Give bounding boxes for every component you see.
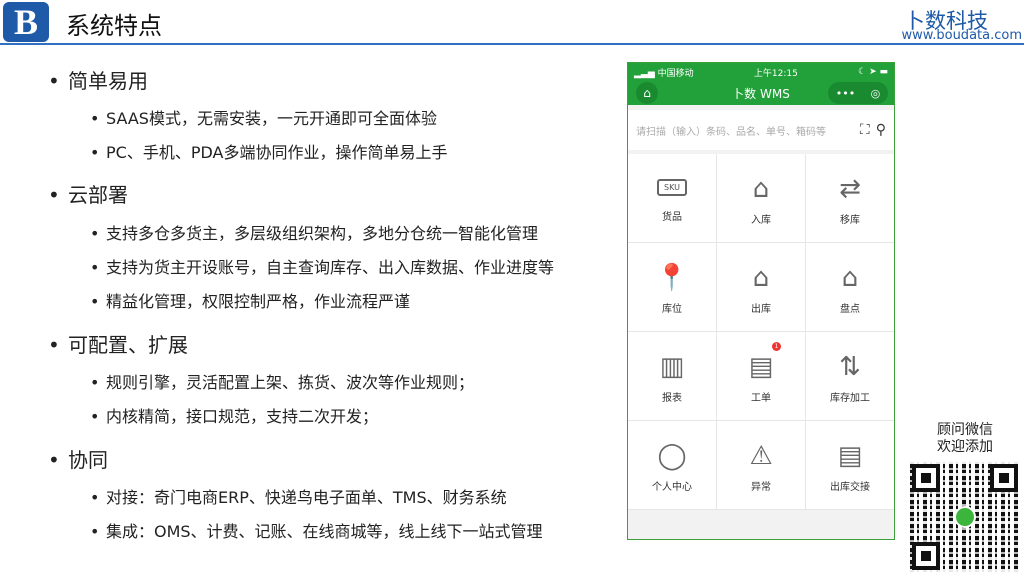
tile-handover[interactable]: ▤ 出库交接 (806, 421, 894, 509)
tile-label: 出库 (751, 303, 771, 315)
tile-work-order[interactable]: ▤ 1 工单 (717, 332, 805, 420)
bullet: • (48, 333, 60, 357)
section-item: • SAAS模式，无需安装，一元开通即可全面体验 (90, 109, 437, 128)
tile-inbound[interactable]: ⌂ 入库 (717, 154, 805, 242)
page-title: 系统特点 (66, 12, 162, 40)
bullet: • (90, 258, 100, 277)
clock: 上午12:15 (753, 68, 798, 79)
tile-label: 货品 (662, 212, 682, 223)
profile-icon: ◯ (657, 440, 687, 471)
tile-label: 出库交接 (830, 481, 870, 493)
battery-icon: ☾ ➤ ▬ (858, 67, 888, 77)
tile-exception[interactable]: ⚠ 异常 (717, 421, 805, 509)
bullet: • (90, 522, 100, 541)
tile-stocktake[interactable]: ⌂ 盘点 (806, 243, 894, 331)
phone-mockup: ▂▃▅ 中国移动 上午12:15 ☾ ➤ ▬ ⌂ 卜数 WMS ••• ◎ 请扫描… (627, 62, 895, 540)
section-item: • 集成：OMS、计费、记账、在线商城等，线上线下一站式管理 (90, 522, 543, 541)
tile-location[interactable]: 📍 库位 (628, 243, 716, 331)
exception-icon: ⚠ (749, 440, 773, 471)
sku-icon: SKU (657, 179, 687, 196)
bullet: • (90, 224, 100, 243)
section-heading: • 协同 (48, 448, 108, 472)
section-heading: • 云部署 (48, 183, 128, 207)
tile-label: 报表 (662, 392, 682, 404)
search-bar[interactable]: 请扫描（输入）条码、品名、单号、箱码等 ⛶ ⚲ (628, 110, 894, 150)
bullet: • (48, 69, 60, 93)
processing-icon: ⇅ (839, 351, 861, 382)
tile-transfer[interactable]: ⇄ 移库 (806, 154, 894, 242)
section-item: • PC、手机、PDA多端协同作业，操作简单易上手 (90, 143, 448, 162)
section-item: • 支持多仓多货主，多层级组织架构，多地分仓统一智能化管理 (90, 224, 539, 243)
bullet: • (90, 407, 100, 426)
stocktake-icon: ⌂ (841, 262, 859, 293)
section-heading: • 简单易用 (48, 69, 148, 93)
outbound-icon: ⌂ (752, 262, 770, 293)
wechat-icon (954, 506, 976, 528)
location-icon: 📍 (655, 262, 689, 293)
tile-goods[interactable]: SKU 货品 (628, 154, 716, 242)
carrier: ▂▃▅ 中国移动 (634, 68, 694, 79)
qr-caption: 顾问微信 欢迎添加 (937, 422, 993, 455)
section-item: • 支持为货主开设账号，自主查询库存、出入库数据、作业进度等 (90, 258, 555, 277)
notification-badge: 1 (772, 342, 781, 351)
tile-label: 盘点 (840, 303, 860, 315)
section-heading: • 可配置、扩展 (48, 333, 188, 357)
status-bar: ▂▃▅ 中国移动 上午12:15 ☾ ➤ ▬ (628, 63, 894, 81)
tile-profile[interactable]: ◯ 个人中心 (628, 421, 716, 509)
scan-icon[interactable]: ⛶ (860, 122, 870, 138)
report-icon: ▥ (659, 351, 685, 382)
tile-label: 个人中心 (652, 481, 692, 493)
section-item: • 对接：奇门电商ERP、快递鸟电子面单、TMS、财务系统 (90, 488, 507, 507)
work-order-icon: ▤ (748, 351, 774, 382)
search-icon[interactable]: ⚲ (876, 122, 886, 138)
tile-label: 入库 (751, 214, 771, 226)
header-divider (0, 43, 1024, 45)
tile-label: 异常 (751, 481, 771, 493)
function-grid: SKU 货品 ⌂ 入库 ⇄ 移库 📍 库位 ⌂ 出库 ⌂ 盘点 ▥ 报表 ▤ 1 工单 ⇅ 库存加工 ◯ 个人中心 ⚠ 异常… (628, 154, 894, 539)
capsule-menu[interactable]: ••• ◎ (828, 82, 888, 104)
tile-outbound[interactable]: ⌂ 出库 (717, 243, 805, 331)
qr-code (910, 462, 1020, 572)
tile-processing[interactable]: ⇅ 库存加工 (806, 332, 894, 420)
bullet: • (90, 488, 100, 507)
transfer-icon: ⇄ (839, 173, 861, 204)
inbound-icon: ⌂ (752, 173, 770, 204)
logo: B (3, 2, 49, 42)
app-header: ⌂ 卜数 WMS ••• ◎ (628, 81, 894, 105)
bullet: • (90, 292, 100, 311)
bullet: • (90, 109, 100, 128)
section-item: • 精益化管理，权限控制严格，作业流程严谨 (90, 292, 411, 311)
section-item: • 内核精简，接口规范，支持二次开发； (90, 407, 379, 426)
brand-url[interactable]: www.boudata.com (902, 28, 1022, 43)
tile-label: 移库 (840, 214, 860, 226)
handover-icon: ▤ (837, 440, 863, 471)
bullet: • (48, 183, 60, 207)
close-target-icon[interactable]: ◎ (871, 87, 881, 100)
tile-report[interactable]: ▥ 报表 (628, 332, 716, 420)
bullet: • (48, 448, 60, 472)
more-icon[interactable]: ••• (836, 87, 855, 100)
tile-label: 库位 (662, 303, 682, 315)
bullet: • (90, 373, 100, 392)
search-input[interactable]: 请扫描（输入）条码、品名、单号、箱码等 (636, 123, 826, 138)
bullet: • (90, 143, 100, 162)
section-item: • 规则引擎，灵活配置上架、拣货、波次等作业规则； (90, 373, 475, 392)
tile-label: 库存加工 (830, 392, 870, 404)
tile-label: 工单 (751, 392, 771, 404)
